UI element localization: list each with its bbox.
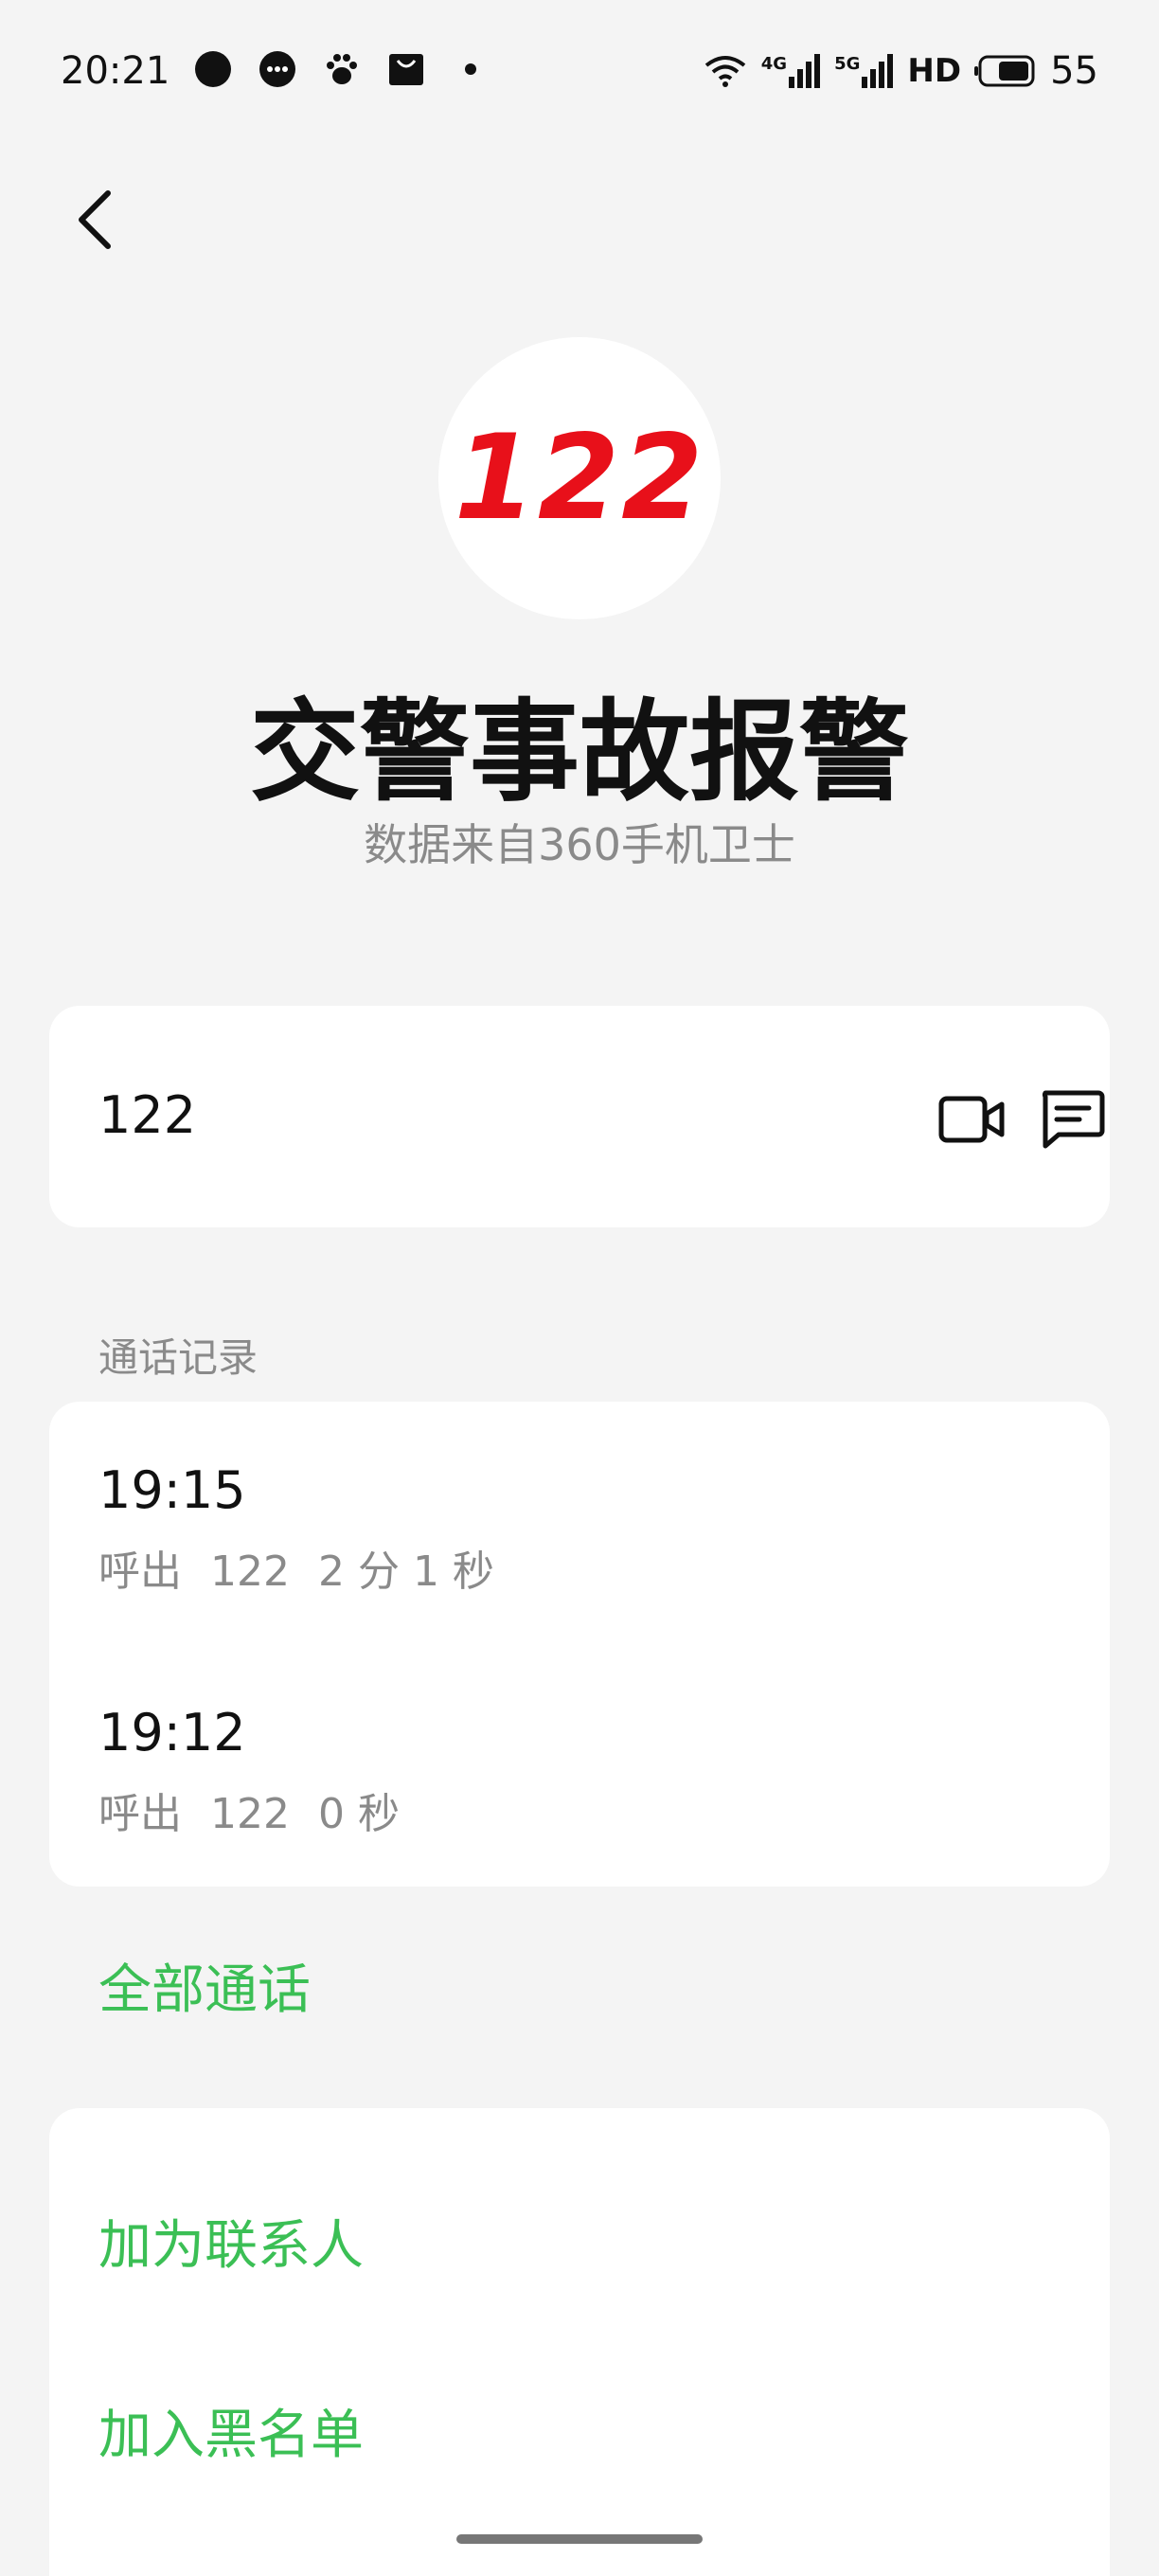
shopping-bag-icon <box>389 54 423 85</box>
network-4g-label: 4G <box>760 54 788 74</box>
call-history-label: 通话记录 <box>98 1334 259 1381</box>
actions-card: 加为联系人 加入黑名单 纠错 <box>49 2108 1110 2576</box>
battery-icon <box>974 55 1035 87</box>
home-indicator[interactable] <box>456 2534 703 2544</box>
paw-icon <box>327 54 357 84</box>
report-error-button[interactable]: 纠错 <box>98 2563 205 2576</box>
call-duration: 0 秒 <box>317 1790 400 1838</box>
call-direction: 呼出 <box>98 1547 182 1596</box>
signal-bars-icon <box>789 54 821 88</box>
data-source-label: 数据来自360手机卫士 <box>364 819 795 870</box>
call-number: 122 <box>210 1790 290 1838</box>
all-calls-link[interactable]: 全部通话 <box>98 1947 311 2024</box>
contact-name: 交警事故报警 <box>250 689 909 816</box>
call-detail: 呼出 122 0 秒 <box>98 1780 428 1840</box>
call-entry[interactable]: 19:15 呼出 122 2 分 1 秒 <box>98 1460 523 1598</box>
network-5g-label: 5G <box>834 54 861 74</box>
back-button[interactable] <box>66 186 127 254</box>
phone-number-card[interactable]: 122 <box>49 1006 1110 1227</box>
wifi-icon <box>704 56 746 87</box>
video-call-icon[interactable] <box>937 1091 1006 1148</box>
status-time: 20:21 <box>61 49 170 93</box>
chat-bubble-icon <box>195 51 231 87</box>
phone-number[interactable]: 122 <box>98 1085 196 1145</box>
call-detail: 呼出 122 2 分 1 秒 <box>98 1537 523 1598</box>
call-number: 122 <box>210 1547 290 1596</box>
call-time: 19:12 <box>98 1703 246 1762</box>
signal-4g-icon: 4G <box>761 54 821 88</box>
add-blacklist-button[interactable]: 加入黑名单 <box>98 2392 364 2469</box>
call-time: 19:15 <box>98 1460 246 1520</box>
status-right-group: 4G 5G HD 55 <box>703 49 1098 93</box>
signal-5g-icon: 5G <box>834 54 894 88</box>
call-direction: 呼出 <box>98 1790 182 1838</box>
battery-level: 55 <box>1050 49 1098 93</box>
notification-icons <box>193 49 490 89</box>
call-duration: 2 分 1 秒 <box>317 1547 494 1596</box>
call-entry[interactable]: 19:12 呼出 122 0 秒 <box>98 1703 428 1840</box>
avatar-text: 122 <box>454 410 705 546</box>
signal-bars-icon <box>862 54 894 88</box>
hd-voice-label: HD <box>907 52 962 90</box>
contact-detail-screen: 20:21 4G 5G HD 55 122 交警事故报警 数据来自360手机卫士… <box>0 0 1159 2576</box>
avatar: 122 <box>438 337 721 619</box>
more-notifications-dot-icon <box>465 63 476 75</box>
message-icon[interactable] <box>1038 1087 1106 1152</box>
status-bar: 20:21 4G 5G HD 55 <box>0 0 1159 142</box>
messaging-icon <box>259 51 295 87</box>
add-contact-button[interactable]: 加为联系人 <box>98 2203 364 2280</box>
call-history-card: 19:15 呼出 122 2 分 1 秒 19:12 呼出 122 0 秒 <box>49 1402 1110 1887</box>
